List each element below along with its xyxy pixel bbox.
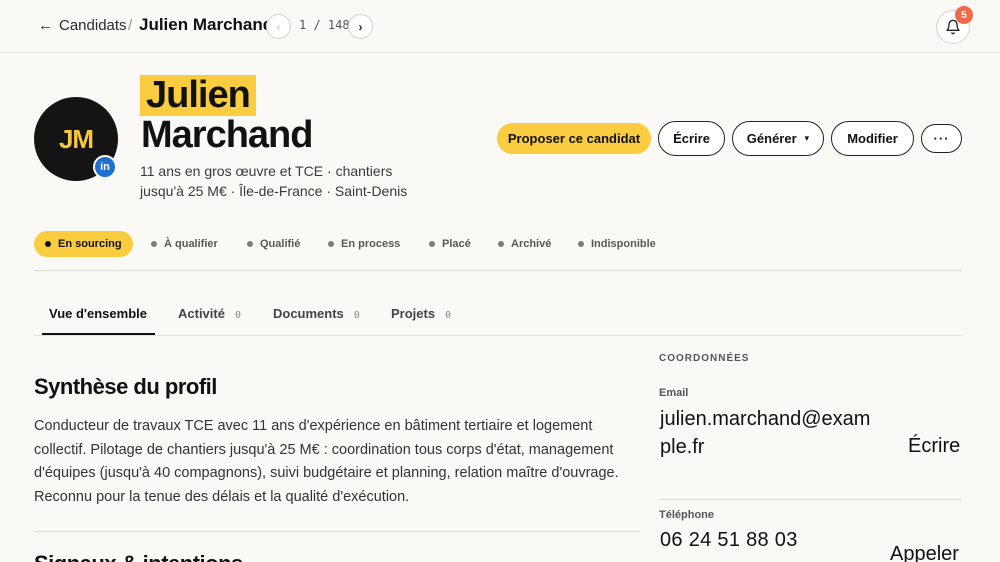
more-dots-icon: ···	[933, 131, 950, 146]
candidate-first-name: Julien	[140, 75, 256, 116]
status-label: Qualifié	[260, 238, 301, 250]
tab-activity[interactable]: Activité 0	[178, 306, 241, 321]
email-write-link[interactable]: Écrire	[908, 435, 960, 458]
arrow-left-icon: ←	[38, 17, 53, 34]
divider	[34, 270, 962, 271]
generate-label: Générer	[746, 131, 797, 146]
generate-dropdown-button[interactable]: Générer ▾	[732, 121, 824, 156]
status-dot-icon	[151, 241, 157, 247]
linkedin-icon[interactable]: in	[93, 155, 117, 179]
candidate-last-name: Marchand	[141, 114, 313, 156]
status-label: Archivé	[511, 238, 552, 250]
back-label: Candidats	[59, 17, 127, 34]
edit-button[interactable]: Modifier	[831, 121, 914, 156]
notification-count-badge: 5	[955, 6, 973, 24]
more-options-button[interactable]: ···	[921, 124, 962, 153]
summary-text: Conducteur de travaux TCE avec 11 ans d'…	[34, 418, 619, 505]
tab-label: Vue d'ensemble	[49, 306, 147, 321]
status-pill-place[interactable]: Placé	[429, 231, 471, 257]
next-candidate-button[interactable]: ›	[348, 14, 373, 39]
call-link[interactable]: Appeler	[890, 543, 959, 562]
email-label: Email	[659, 387, 689, 399]
divider	[34, 335, 962, 336]
write-button[interactable]: Écrire	[658, 121, 725, 156]
tab-count: 0	[445, 310, 452, 321]
status-dot-icon	[578, 241, 584, 247]
status-label: En process	[341, 238, 401, 250]
breadcrumb-current: Julien Marchand	[139, 15, 274, 34]
propose-candidate-button[interactable]: Proposer ce candidat	[497, 123, 651, 154]
status-label: Indisponible	[591, 238, 656, 250]
status-dot-icon	[247, 241, 253, 247]
status-pill-indisponible[interactable]: Indisponible	[578, 231, 656, 257]
status-pill-a-qualifier[interactable]: À qualifier	[151, 231, 218, 257]
back-to-candidates-link[interactable]: ← Candidats	[38, 17, 127, 34]
pager-position: 1 / 148	[299, 18, 350, 32]
top-bar: ← Candidats / Julien Marchand ‹ 1 / 148 …	[0, 0, 1000, 53]
status-pill-archive[interactable]: Archivé	[498, 231, 551, 257]
status-pill-en-sourcing[interactable]: En sourcing	[34, 231, 133, 257]
tab-label: Documents	[273, 306, 344, 321]
status-dot-icon	[498, 241, 504, 247]
tab-documents[interactable]: Documents 0	[273, 306, 360, 321]
status-pill-en-process[interactable]: En process	[328, 231, 400, 257]
divider	[659, 499, 962, 500]
candidate-tagline: 11 ans en gros œuvre et TCE · chantiers …	[140, 161, 440, 201]
tab-label: Activité	[178, 306, 225, 321]
status-pill-qualifie[interactable]: Qualifié	[247, 231, 300, 257]
phone-value[interactable]: 06 24 51 88 03	[660, 529, 798, 552]
status-dot-icon	[45, 241, 51, 247]
caret-down-icon: ▾	[804, 133, 810, 143]
status-label: À qualifier	[164, 238, 218, 250]
signals-title: Signaux & intentions	[34, 551, 243, 562]
summary-title: Synthèse du profil	[34, 374, 217, 399]
previous-candidate-button[interactable]: ‹	[266, 14, 291, 39]
status-label: En sourcing	[58, 238, 122, 250]
divider	[34, 531, 640, 532]
status-dot-icon	[429, 241, 435, 247]
tab-overview[interactable]: Vue d'ensemble	[49, 306, 147, 321]
chevron-right-icon: ›	[358, 19, 363, 34]
tab-label: Projets	[391, 306, 436, 321]
tab-projects[interactable]: Projets 0	[391, 306, 451, 321]
contact-section-label: COORDONNÉES	[659, 353, 750, 364]
tab-count: 0	[353, 310, 360, 321]
chevron-left-icon: ‹	[276, 19, 281, 34]
breadcrumb-separator: /	[128, 17, 133, 34]
tagline-line-1: 11 ans en gros œuvre et TCE · chantiers	[140, 163, 393, 179]
status-label: Placé	[442, 238, 471, 250]
phone-label: Téléphone	[659, 509, 715, 521]
tab-count: 0	[234, 310, 241, 321]
status-dot-icon	[328, 241, 334, 247]
email-value[interactable]: julien.marchand@example.fr	[660, 405, 875, 461]
tagline-line-2: jusqu'à 25 M€ · Île-de-France · Saint-De…	[140, 183, 408, 199]
